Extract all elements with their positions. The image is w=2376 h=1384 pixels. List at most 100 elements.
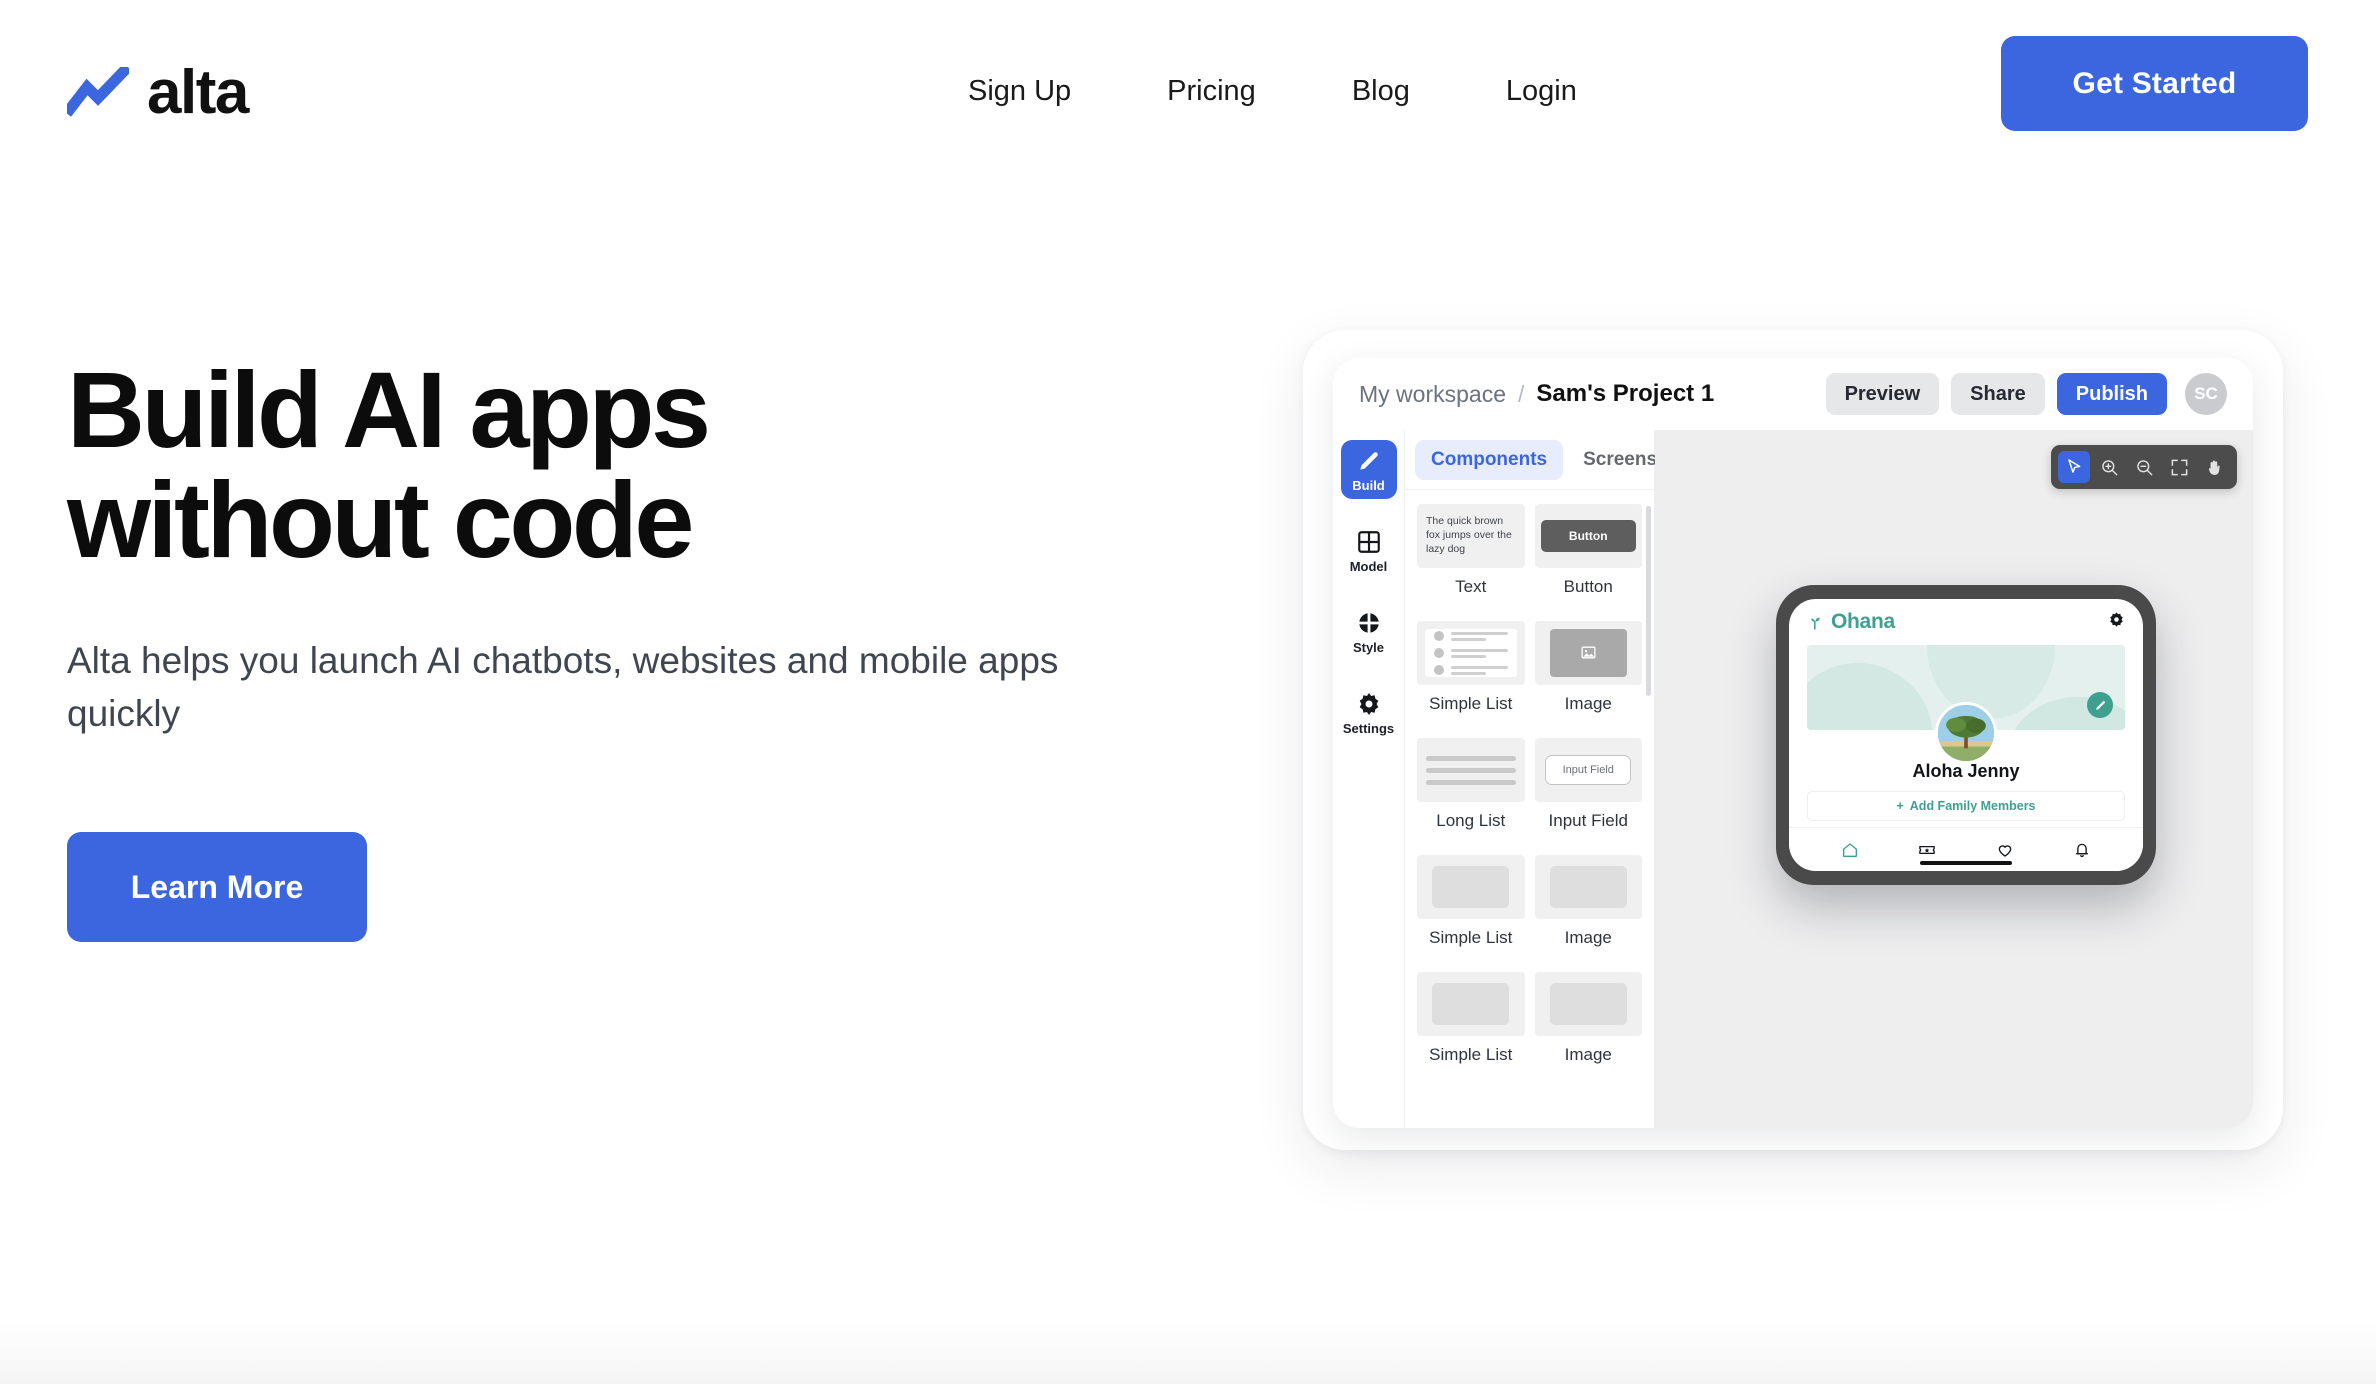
component-simple-list[interactable]: Simple List <box>1417 621 1525 728</box>
component-input-field[interactable]: Input Field Input Field <box>1534 738 1642 845</box>
component-preview <box>1417 621 1525 685</box>
chart-zigzag-icon <box>67 67 129 117</box>
app-tabbar <box>1789 827 2143 871</box>
nav-item-login[interactable]: Login <box>1458 75 1625 108</box>
tool-cursor[interactable] <box>2058 451 2090 483</box>
sprout-icon <box>1811 617 1820 630</box>
component-preview: Input Field <box>1534 738 1642 802</box>
panel-tabs: Components Screens <box>1405 430 1657 490</box>
app-topbar: Ohana <box>1789 599 2143 645</box>
add-family-members-button[interactable]: + Add Family Members <box>1807 791 2125 821</box>
phone-preview: Ohana Aloha Jenny + Add Family Members <box>1776 585 2156 890</box>
rail-label-style: Style <box>1352 640 1385 655</box>
rail-label-model: Model <box>1349 559 1388 574</box>
rail-label-build: Build <box>1352 478 1385 493</box>
list-bullet <box>1433 665 1444 675</box>
component-image[interactable]: Image <box>1534 972 1642 1079</box>
rail-item-model[interactable]: Model <box>1341 521 1397 580</box>
tool-zoom-out[interactable] <box>2128 451 2160 483</box>
tool-fit-screen[interactable] <box>2163 451 2195 483</box>
nav-item-sign-up[interactable]: Sign Up <box>920 75 1119 108</box>
placeholder-shape <box>1549 865 1627 909</box>
avatar[interactable]: SC <box>2185 373 2227 415</box>
component-label: Image <box>1564 1045 1612 1064</box>
avatar <box>1935 702 1997 764</box>
components-grid: The quick brown fox jumps over the lazy … <box>1417 504 1642 1079</box>
tree-photo <box>1938 705 1994 761</box>
component-label: Input Field <box>1548 811 1628 830</box>
component-simple-list[interactable]: Simple List <box>1417 972 1525 1079</box>
nav-item-pricing[interactable]: Pricing <box>1119 75 1304 108</box>
components-panel: Components Screens The quick brown fox j… <box>1405 430 1657 1128</box>
image-icon <box>1581 647 1596 659</box>
nav-item-blog[interactable]: Blog <box>1304 75 1458 108</box>
heart-icon[interactable] <box>1996 841 2014 859</box>
pencil-icon <box>2095 700 2105 710</box>
edit-profile-button[interactable] <box>2087 692 2113 718</box>
component-preview <box>1417 855 1525 919</box>
component-image[interactable]: Image <box>1534 855 1642 962</box>
component-label: Text <box>1455 577 1487 596</box>
panel-scrollbar[interactable] <box>1646 506 1651 696</box>
tab-components[interactable]: Components <box>1415 440 1564 480</box>
component-preview: The quick brown fox jumps over the lazy … <box>1417 504 1525 568</box>
rail-item-style[interactable]: Style <box>1341 602 1397 661</box>
breadcrumb-workspace[interactable]: My workspace <box>1359 381 1506 408</box>
rail-label-settings: Settings <box>1342 721 1395 736</box>
ticket-icon[interactable] <box>1918 841 1936 859</box>
cursor-icon <box>2067 458 2080 473</box>
components-scroll: The quick brown fox jumps over the lazy … <box>1405 490 1654 1128</box>
component-preview <box>1417 972 1525 1036</box>
app-brand: Ohana <box>1807 610 1895 634</box>
component-label: Image <box>1564 694 1612 713</box>
landing-page: alta Sign Up Pricing Blog Login Get Star… <box>0 0 2376 1384</box>
component-label: Button <box>1563 577 1613 596</box>
component-preview <box>1534 621 1642 685</box>
page-bottom-band <box>0 1320 2376 1384</box>
component-image[interactable]: Image <box>1534 621 1642 728</box>
placeholder-shape <box>1432 982 1510 1026</box>
main-nav: Sign Up Pricing Blog Login <box>920 75 1625 108</box>
tool-hand-pan[interactable] <box>2198 451 2230 483</box>
get-started-button[interactable]: Get Started <box>2001 36 2308 131</box>
component-sample-button: Button <box>1540 520 1636 552</box>
hero-subtitle: Alta helps you launch AI chatbots, websi… <box>67 640 1059 734</box>
fit-screen-icon <box>2171 459 2187 475</box>
list-bullet <box>1433 648 1444 658</box>
placeholder-shape <box>1432 865 1510 909</box>
rail-item-settings[interactable]: Settings <box>1341 683 1397 742</box>
component-label: Image <box>1564 928 1612 947</box>
tool-zoom-in[interactable] <box>2093 451 2125 483</box>
learn-more-button[interactable]: Learn More <box>67 832 367 943</box>
pencil-icon <box>1359 452 1378 470</box>
builder-rail: Build Model Style Settings <box>1333 430 1405 1128</box>
preview-button[interactable]: Preview <box>1825 373 1940 415</box>
input-preview: Input Field <box>1545 755 1632 785</box>
list-bullet <box>1433 631 1444 641</box>
rail-item-build[interactable]: Build <box>1340 440 1397 499</box>
logo-text: alta <box>147 58 249 127</box>
component-preview: Button <box>1534 504 1642 568</box>
app-settings-button[interactable] <box>2108 611 2125 633</box>
phone-screen: Ohana Aloha Jenny + Add Family Members <box>1789 599 2143 871</box>
component-long-list[interactable]: Long List <box>1417 738 1525 845</box>
bell-icon[interactable] <box>2073 841 2091 859</box>
share-button[interactable]: Share <box>1951 373 2045 415</box>
component-preview <box>1534 855 1642 919</box>
breadcrumb-separator: / <box>1517 380 1525 407</box>
builder-topbar: My workspace / Sam's Project 1 Preview S… <box>1333 358 2253 430</box>
component-label: Simple List <box>1429 694 1513 713</box>
home-icon[interactable] <box>1841 841 1859 859</box>
component-button[interactable]: Button Button <box>1534 504 1642 611</box>
placeholder-shape <box>1549 982 1627 1026</box>
component-label: Simple List <box>1429 1045 1513 1064</box>
publish-button[interactable]: Publish <box>2056 373 2167 415</box>
plus-icon: + <box>1896 799 1904 813</box>
app-name: Ohana <box>1831 610 1895 633</box>
builder-actions: Preview Share Publish SC <box>1825 373 2227 415</box>
component-preview <box>1417 738 1525 802</box>
component-simple-list[interactable]: Simple List <box>1417 855 1525 962</box>
breadcrumb-project[interactable]: Sam's Project 1 <box>1536 380 1714 408</box>
logo[interactable]: alta <box>67 58 249 127</box>
component-text[interactable]: The quick brown fox jumps over the lazy … <box>1417 504 1525 611</box>
